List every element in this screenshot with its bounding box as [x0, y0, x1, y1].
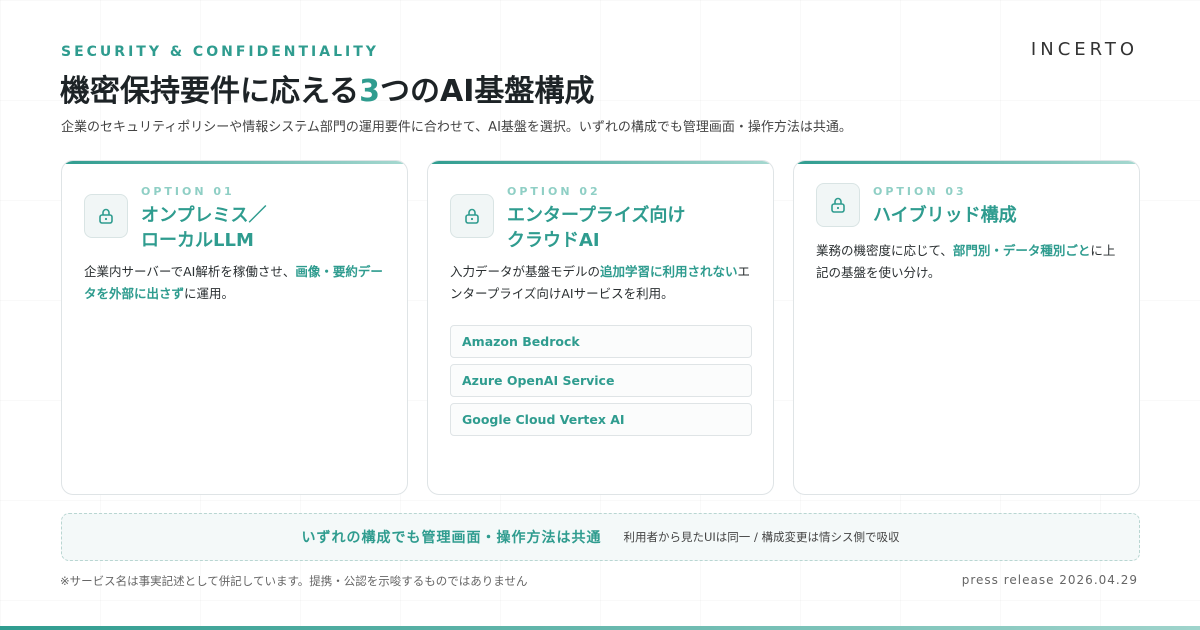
option-title-line1: オンプレミス／ [141, 205, 267, 226]
bottom-accent-bar [0, 626, 1200, 630]
option-card-1: OPTION 01 オンプレミス／ ローカルLLM 企業内サーバーでAI解析を稼… [61, 160, 408, 495]
eyebrow: SECURITY & CONFIDENTIALITY [61, 44, 379, 60]
option-card-3: OPTION 03 ハイブリッド構成 業務の機密度に応じて、部門別・データ種別ご… [793, 160, 1140, 495]
desc-text: 入力データが基盤モデルの [450, 264, 601, 279]
desc-highlight: 部門別・データ種別ごと [952, 243, 1091, 258]
option-label: OPTION 01 [141, 185, 235, 198]
option-title-line2: クラウドAI [507, 230, 600, 251]
banner-sub: 利用者から見たUIは同一 / 構成変更は情シス側で吸収 [623, 530, 900, 544]
slide: SECURITY & CONFIDENTIALITY INCERTO 機密保持要… [0, 0, 1200, 630]
option-title: エンタープライズ向け クラウドAI [507, 203, 685, 253]
brand-logo: INCERTO [1030, 39, 1138, 60]
desc-highlight: 追加学習に利用されない [600, 264, 738, 279]
desc-text: に運用。 [184, 286, 235, 301]
page-title: 機密保持要件に応える3つのAI基盤構成 [60, 66, 594, 110]
lock-icon [816, 183, 860, 227]
option-title-line2: ローカルLLM [141, 230, 254, 251]
common-ui-banner: いずれの構成でも管理画面・操作方法は共通 利用者から見たUIは同一 / 構成変更… [61, 513, 1140, 561]
page-subtitle: 企業のセキュリティポリシーや情報システム部門の運用要件に合わせて、AI基盤を選択… [61, 120, 852, 135]
option-description: 入力データが基盤モデルの追加学習に利用されないエンタープライズ向けAIサービスを… [450, 261, 755, 305]
service-chip-bedrock: Amazon Bedrock [450, 325, 752, 358]
option-label: OPTION 03 [873, 185, 967, 198]
title-post: つのAI基盤構成 [379, 74, 595, 109]
lock-icon [450, 194, 494, 238]
option-title-line1: エンタープライズ向け [507, 205, 686, 226]
option-card-2: OPTION 02 エンタープライズ向け クラウドAI 入力データが基盤モデルの… [427, 160, 774, 495]
banner-main: いずれの構成でも管理画面・操作方法は共通 [301, 530, 602, 546]
service-chip-vertex: Google Cloud Vertex AI [450, 403, 752, 436]
desc-text: 企業内サーバーでAI解析を稼働させ、 [84, 264, 296, 279]
title-pre: 機密保持要件に応える [60, 74, 360, 109]
option-description: 企業内サーバーでAI解析を稼働させ、画像・要約データを外部に出さずに運用。 [84, 261, 389, 305]
option-description: 業務の機密度に応じて、部門別・データ種別ごとに上記の基盤を使い分け。 [816, 240, 1121, 284]
option-title: ハイブリッド構成 [873, 203, 1017, 228]
option-title-line1: ハイブリッド構成 [873, 205, 1017, 226]
option-title: オンプレミス／ ローカルLLM [141, 203, 266, 253]
press-date: press release 2026.04.29 [961, 573, 1138, 587]
option-label: OPTION 02 [507, 185, 601, 198]
title-accent: 3 [359, 74, 380, 109]
service-chip-azure: Azure OpenAI Service [450, 364, 752, 397]
lock-icon [84, 194, 128, 238]
desc-text: 業務の機密度に応じて、 [816, 243, 953, 258]
footnote: ※サービス名は事実記述として併記しています。提携・公認を示唆するものではありませ… [60, 574, 528, 588]
